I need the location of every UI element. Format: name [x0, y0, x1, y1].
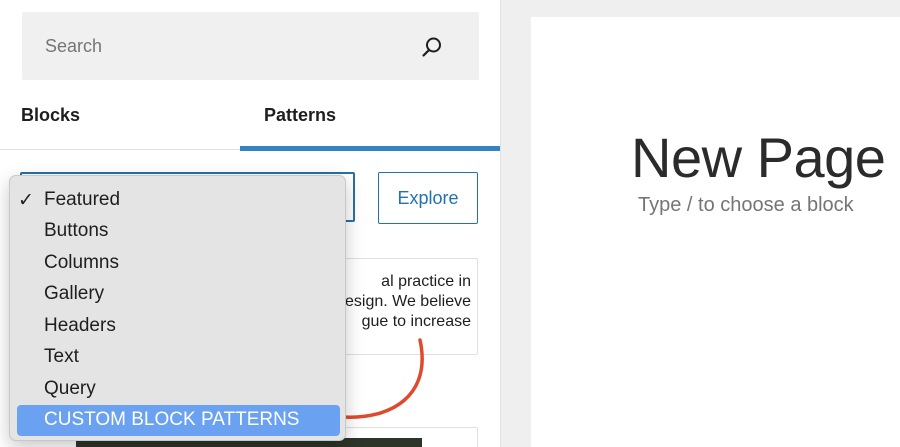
menu-item-label: Text [44, 346, 79, 367]
editor-area: New Page Type / to choose a block [500, 0, 900, 447]
menu-item-label: Buttons [44, 220, 109, 241]
search-box [22, 12, 479, 80]
menu-item-custom-block-patterns[interactable]: CUSTOM BLOCK PATTERNS [17, 404, 340, 436]
search-icon[interactable] [421, 36, 443, 58]
menu-item-buttons[interactable]: Buttons [10, 216, 345, 247]
menu-item-gallery[interactable]: Gallery [10, 279, 345, 310]
tab-blocks[interactable]: Blocks [0, 80, 240, 150]
checkmark-icon: ✓ [18, 190, 34, 211]
menu-item-label: Columns [44, 251, 119, 273]
pattern-preview-card[interactable]: al practice in esign. We believe gue to … [340, 258, 478, 355]
block-placeholder[interactable]: Type / to choose a block [638, 194, 854, 217]
pattern-category-dropdown: ✓ Featured Buttons Columns Gallery Heade… [9, 175, 346, 441]
search-input[interactable] [22, 12, 479, 80]
editor-canvas: New Page Type / to choose a block [531, 17, 900, 447]
menu-item-label: Gallery [44, 283, 105, 304]
menu-item-label: CUSTOM BLOCK PATTERNS [44, 409, 300, 430]
block-inserter-panel: Blocks Patterns Explore al practice in e… [0, 0, 500, 447]
menu-item-headers[interactable]: Headers [10, 310, 345, 341]
menu-item-label: Headers [44, 314, 116, 336]
menu-item-label: Featured [44, 188, 121, 210]
page-title[interactable]: New Page [631, 125, 886, 190]
menu-item-columns[interactable]: Columns [10, 247, 345, 278]
inserter-tabs: Blocks Patterns [0, 80, 500, 151]
menu-item-text[interactable]: Text [10, 342, 345, 373]
menu-item-featured[interactable]: ✓ Featured [10, 184, 345, 215]
menu-item-label: Query [44, 377, 96, 399]
explore-button[interactable]: Explore [378, 172, 478, 224]
menu-item-query[interactable]: Query [10, 373, 345, 404]
pattern-preview-text: al practice in esign. We believe gue to … [345, 273, 471, 330]
tab-patterns[interactable]: Patterns [240, 80, 500, 151]
